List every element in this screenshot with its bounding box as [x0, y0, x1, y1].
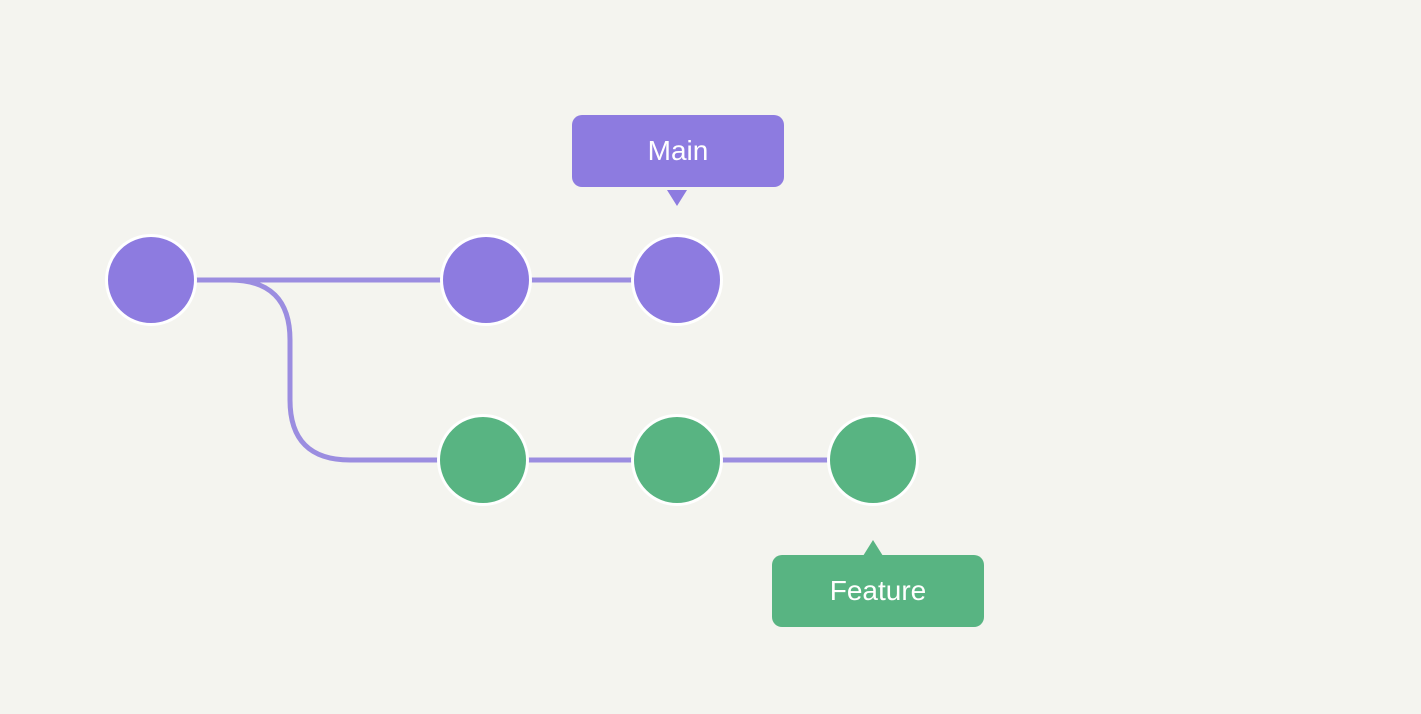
- branch-pointer-feature: [863, 540, 883, 556]
- commit-main-1: [105, 234, 197, 326]
- branch-connectors: [0, 0, 1421, 714]
- branch-label-feature-text: Feature: [830, 575, 927, 606]
- branch-pointer-main: [667, 190, 687, 206]
- commit-main-3: [631, 234, 723, 326]
- commit-feature-2: [631, 414, 723, 506]
- branch-label-main-text: Main: [648, 135, 709, 166]
- commit-feature-1: [437, 414, 529, 506]
- commit-main-2: [440, 234, 532, 326]
- branch-label-main: Main: [572, 115, 784, 187]
- commit-feature-3: [827, 414, 919, 506]
- git-branch-diagram: Main Feature: [0, 0, 1421, 714]
- branch-label-feature: Feature: [772, 555, 984, 627]
